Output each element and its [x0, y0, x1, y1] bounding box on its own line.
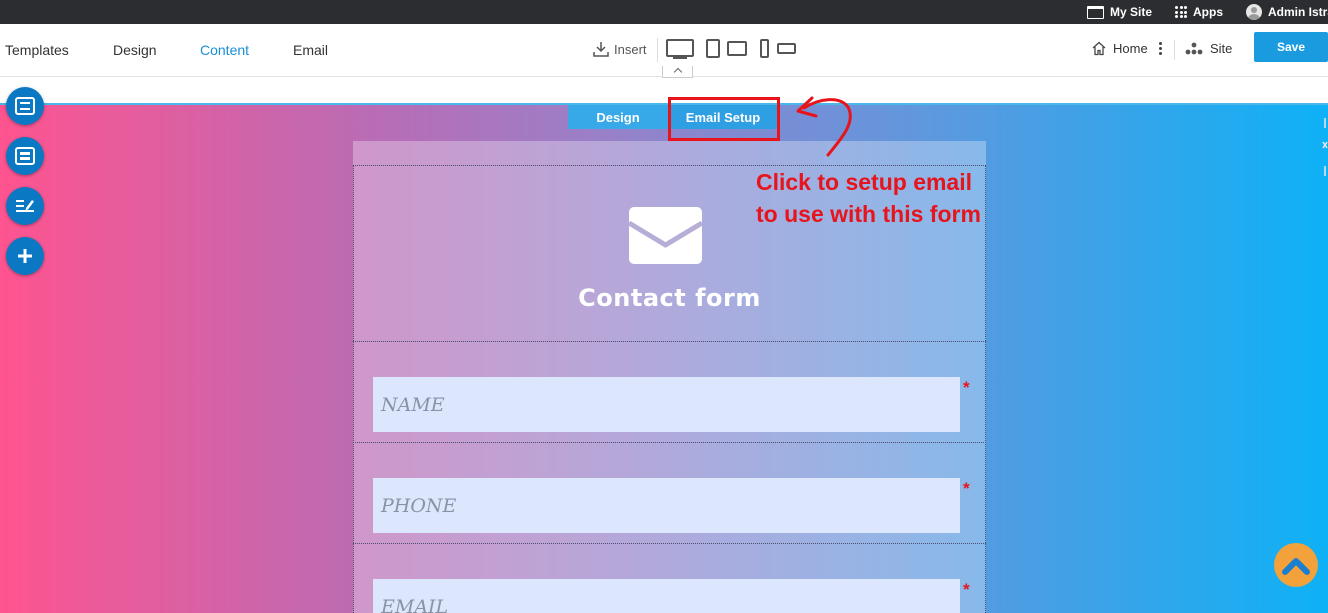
save-button[interactable]: Save — [1254, 32, 1328, 62]
top-bar: My Site Apps Admin Istra — [0, 0, 1328, 24]
home-icon — [1092, 41, 1106, 56]
insert-label: Insert — [614, 41, 647, 57]
desktop-stand — [673, 57, 687, 59]
home-page-selector[interactable]: Home — [1091, 41, 1148, 56]
plus-icon — [18, 249, 32, 263]
home-label: Home — [1113, 41, 1148, 56]
blocks-button[interactable] — [6, 137, 44, 175]
my-site-label: My Site — [1110, 5, 1153, 19]
window-icon — [1087, 5, 1104, 19]
required-marker: * — [963, 378, 970, 397]
tab-templates[interactable]: Templates — [5, 42, 69, 58]
phone-portrait-icon[interactable] — [760, 39, 769, 58]
section-divider — [353, 341, 986, 342]
my-site-link[interactable]: My Site — [1087, 0, 1152, 24]
collapse-toolbar-toggle[interactable] — [662, 66, 693, 78]
form-title: Contact form — [578, 284, 761, 312]
email-input[interactable]: EMAIL — [373, 579, 960, 613]
section-border-right — [985, 165, 986, 613]
phone-input[interactable]: PHONE — [373, 478, 960, 533]
admin-user-menu[interactable]: Admin Istra — [1246, 0, 1328, 24]
download-icon — [593, 42, 609, 57]
apps-grid-icon — [1175, 6, 1187, 18]
admin-label: Admin Istra — [1268, 5, 1328, 19]
tab-design[interactable]: Design — [113, 42, 157, 58]
edit-lines-icon — [16, 200, 34, 212]
annotation-arrow — [796, 96, 852, 157]
required-marker: * — [963, 580, 970, 599]
sections-button[interactable] — [6, 87, 44, 125]
section-divider — [353, 442, 986, 443]
site-menu[interactable]: Site — [1185, 41, 1232, 56]
chevron-up-icon — [1282, 558, 1310, 575]
phone-landscape-icon[interactable] — [777, 43, 796, 54]
tablet-landscape-icon[interactable] — [727, 41, 747, 56]
section-divider — [353, 543, 986, 544]
edit-text-button[interactable] — [6, 187, 44, 225]
apps-link[interactable]: Apps — [1175, 0, 1223, 24]
apps-label: Apps — [1193, 5, 1223, 19]
section-border-left — [353, 165, 354, 613]
required-marker: * — [963, 479, 970, 498]
scroll-to-top-button[interactable] — [1274, 543, 1318, 587]
insert-button[interactable]: Insert — [593, 41, 647, 57]
desktop-icon[interactable] — [666, 39, 694, 57]
divider — [657, 38, 658, 62]
envelope-icon — [629, 207, 702, 264]
tab-form-design[interactable]: Design — [568, 105, 668, 129]
side-panel-handle[interactable] — [1320, 108, 1328, 188]
annotation-line-1: Click to setup email — [756, 169, 973, 195]
tab-email[interactable]: Email — [293, 42, 328, 58]
more-options-icon[interactable] — [1159, 42, 1162, 55]
divider — [1174, 40, 1175, 60]
annotation-highlight-box — [668, 97, 780, 141]
avatar-icon — [1246, 4, 1262, 20]
tab-content[interactable]: Content — [200, 42, 249, 58]
name-input[interactable]: NAME — [373, 377, 960, 432]
annotation-line-2: to use with this form — [756, 201, 981, 227]
tablet-portrait-icon[interactable] — [706, 39, 720, 58]
layout-list-icon — [15, 97, 35, 115]
annotation-text: Click to setup email to use with this fo… — [756, 166, 981, 230]
block-icon — [15, 147, 35, 165]
site-structure-icon — [1185, 42, 1203, 54]
site-label: Site — [1210, 41, 1233, 56]
add-element-button[interactable] — [6, 237, 44, 275]
